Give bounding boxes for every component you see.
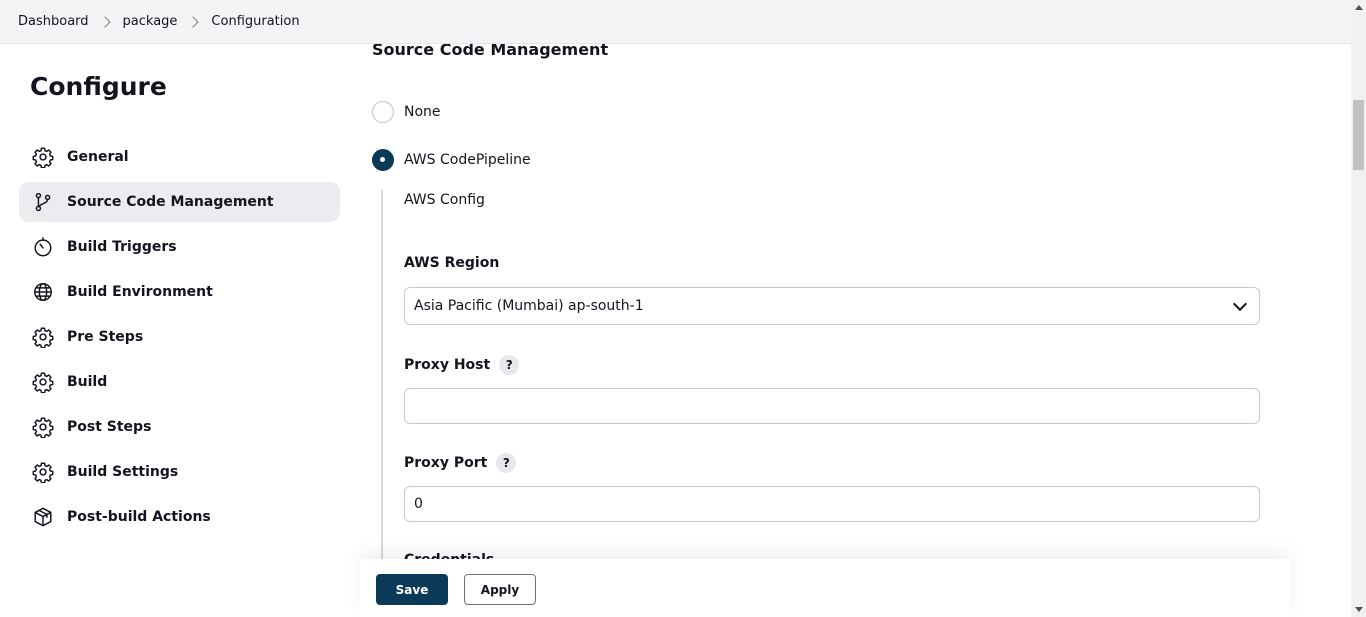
- aws-region-select[interactable]: Asia Pacific (Mumbai) ap-south-1: [404, 287, 1260, 325]
- help-icon[interactable]: ?: [496, 453, 517, 473]
- aws-region-label-text: AWS Region: [404, 255, 500, 271]
- aws-config-heading: AWS Config: [404, 192, 485, 208]
- sidebar-item-post-build-actions[interactable]: Post-build Actions: [19, 497, 340, 537]
- chevron-right-icon: [187, 15, 200, 28]
- chevron-right-icon: [98, 15, 111, 28]
- sidebar-item-label: Build: [67, 374, 108, 390]
- timer-icon: [31, 235, 55, 259]
- scm-option-aws-codepipeline[interactable]: AWS CodePipeline: [372, 149, 531, 171]
- gear-icon: [31, 460, 55, 484]
- radio-label: AWS CodePipeline: [404, 152, 531, 168]
- git-branch-icon: [31, 190, 55, 214]
- gear-icon: [31, 415, 55, 439]
- sidebar-item-label: Build Settings: [67, 464, 179, 480]
- main-content: Source Code Management None AWS CodePipe…: [360, 44, 1351, 617]
- sidebar-item-build[interactable]: Build: [19, 362, 340, 402]
- aws-region-label: AWS Region: [404, 255, 499, 271]
- sidebar-item-label: Post Steps: [67, 419, 152, 435]
- sidebar-item-build-environment[interactable]: Build Environment: [19, 272, 340, 312]
- gear-icon: [31, 145, 55, 169]
- breadcrumb-configuration[interactable]: Configuration: [211, 14, 299, 29]
- scroll-up-icon[interactable]: [1355, 5, 1363, 10]
- proxy-port-input[interactable]: [404, 486, 1260, 522]
- help-icon[interactable]: ?: [499, 355, 520, 375]
- scm-option-none[interactable]: None: [372, 101, 441, 123]
- gear-icon: [31, 370, 55, 394]
- sidebar-item-label: Build Environment: [67, 284, 213, 300]
- radio-button-selected[interactable]: [372, 149, 394, 171]
- sidebar: Configure General Source Code Management…: [0, 44, 360, 617]
- sidebar-item-post-steps[interactable]: Post Steps: [19, 407, 340, 447]
- sidebar-item-label: Pre Steps: [67, 329, 144, 345]
- sidebar-item-label: General: [67, 149, 129, 165]
- sidebar-item-build-settings[interactable]: Build Settings: [19, 452, 340, 492]
- sidebar-item-build-triggers[interactable]: Build Triggers: [19, 227, 340, 267]
- scrollbar-thumb[interactable]: [1353, 100, 1364, 170]
- sidebar-item-label: Source Code Management: [67, 194, 274, 210]
- proxy-host-label: Proxy Host ?: [404, 355, 520, 375]
- scrollbar[interactable]: [1351, 0, 1366, 617]
- proxy-port-label: Proxy Port ?: [404, 453, 517, 473]
- sidebar-item-label: Build Triggers: [67, 239, 177, 255]
- scroll-down-icon[interactable]: [1355, 607, 1363, 612]
- action-bar: Save Apply: [360, 559, 1290, 617]
- sidebar-item-source-code-management[interactable]: Source Code Management: [19, 182, 340, 222]
- aws-region-value: Asia Pacific (Mumbai) ap-south-1: [414, 298, 644, 314]
- nested-section-line: [381, 190, 383, 617]
- save-button[interactable]: Save: [376, 574, 448, 605]
- proxy-host-label-text: Proxy Host: [404, 357, 491, 373]
- apply-button[interactable]: Apply: [464, 574, 536, 605]
- gear-icon: [31, 325, 55, 349]
- radio-button[interactable]: [372, 101, 394, 123]
- radio-label: None: [404, 104, 441, 120]
- page-title: Configure: [30, 72, 167, 101]
- breadcrumb: Dashboard package Configuration: [0, 0, 1351, 44]
- section-title: Source Code Management: [372, 44, 609, 59]
- globe-icon: [31, 280, 55, 304]
- proxy-port-label-text: Proxy Port: [404, 455, 488, 471]
- breadcrumb-dashboard[interactable]: Dashboard: [18, 14, 89, 29]
- chevron-down-icon: [1232, 296, 1248, 312]
- package-icon: [31, 505, 55, 529]
- sidebar-item-label: Post-build Actions: [67, 509, 211, 525]
- sidebar-item-pre-steps[interactable]: Pre Steps: [19, 317, 340, 357]
- sidebar-item-general[interactable]: General: [19, 137, 340, 177]
- breadcrumb-package[interactable]: package: [123, 14, 178, 29]
- proxy-host-input[interactable]: [404, 388, 1260, 424]
